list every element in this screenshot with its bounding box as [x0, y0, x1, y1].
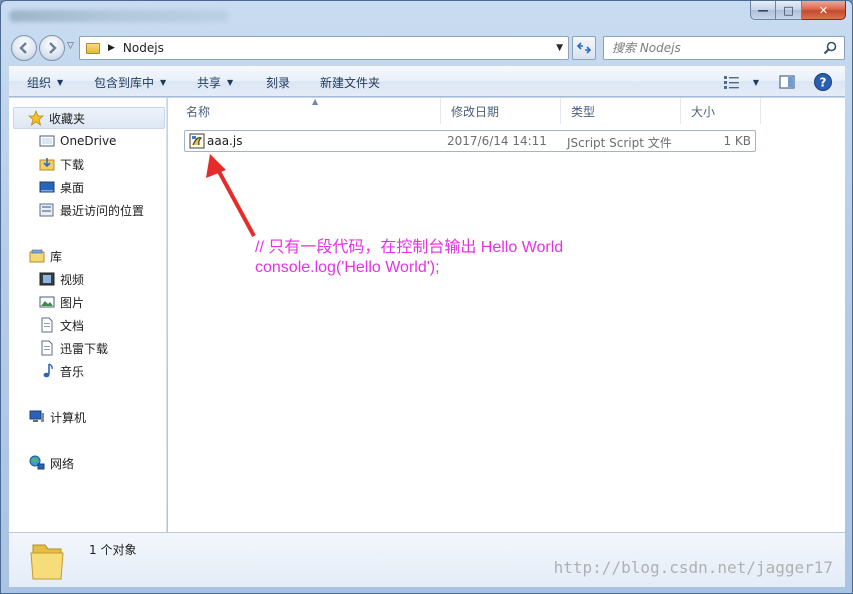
burn-button[interactable]: 刻录	[266, 73, 290, 91]
details-pane: 1 个对象 http://blog.csdn.net/jagger17	[9, 532, 845, 587]
caret-down-icon: ▼	[227, 77, 234, 87]
organize-label: 组织	[27, 75, 52, 90]
computer-label: 计算机	[50, 410, 87, 425]
file-list: 名称 ▲ 修改日期 类型 大小 aaa.js 2017/6/14 14:11 J…	[168, 97, 845, 532]
onedrive-label: OneDrive	[60, 134, 117, 148]
new-folder-button[interactable]: 新建文件夹	[320, 73, 380, 91]
change-view-button[interactable]: ▼	[723, 74, 759, 90]
network-label: 网络	[50, 456, 75, 471]
back-button[interactable]	[11, 35, 37, 61]
forward-button[interactable]	[39, 35, 65, 61]
document-icon	[41, 317, 53, 333]
navigation-pane: 收藏夹 OneDrive 下载 桌面 最近访问的位置 库 视频 图片 文档 迅雷…	[9, 98, 167, 532]
breadcrumb-nodejs[interactable]: Nodejs	[123, 41, 164, 55]
libraries-label: 库	[50, 249, 63, 264]
svg-text:?: ?	[820, 76, 827, 90]
downloads-label: 下载	[60, 157, 85, 172]
refresh-icon	[576, 42, 592, 54]
file-size: 1 KB	[723, 134, 751, 148]
size-header-label: 大小	[691, 104, 716, 119]
organize-menu-button[interactable]: 组织 ▼	[27, 73, 63, 91]
pictures-label: 图片	[60, 295, 85, 310]
navigation-bar: ▽ ▶ Nodejs ▼	[1, 32, 852, 62]
file-type: JScript Script 文件	[567, 136, 672, 150]
item-count: 1 个对象	[89, 543, 137, 557]
search-box[interactable]	[603, 36, 845, 60]
recent-pages-dropdown[interactable]: ▽	[67, 41, 74, 51]
picture-icon	[39, 296, 55, 308]
star-icon	[28, 110, 44, 126]
include-in-library-button[interactable]: 包含到库中 ▼	[94, 73, 166, 91]
sidebar-item-favorites[interactable]: 收藏夹	[13, 107, 165, 129]
column-header-modified[interactable]: 修改日期	[441, 98, 561, 124]
desktop-label: 桌面	[60, 180, 85, 195]
jscript-file-icon	[189, 133, 205, 149]
search-icon[interactable]	[822, 40, 838, 56]
minimize-button[interactable]: —	[750, 1, 776, 20]
address-dropdown-icon[interactable]: ▼	[556, 43, 563, 53]
help-icon[interactable]: ?	[813, 72, 833, 92]
modified-header-label: 修改日期	[451, 104, 500, 119]
file-name: aaa.js	[207, 134, 243, 148]
annotation-line-1: // 只有一段代码，在控制台输出 Hello World	[255, 239, 564, 256]
title-bar[interactable]: — □ ✕	[1, 1, 852, 31]
caret-down-icon: ▼	[160, 77, 167, 87]
new-folder-label: 新建文件夹	[320, 75, 381, 90]
large-folder-icon	[30, 544, 64, 580]
folder-icon	[86, 42, 100, 54]
caret-down-icon: ▼	[57, 77, 64, 87]
include-label: 包含到库中	[94, 75, 155, 90]
search-input[interactable]	[612, 41, 812, 55]
table-row[interactable]: aaa.js 2017/6/14 14:11 JScript Script 文件…	[184, 130, 756, 152]
sort-ascending-icon: ▲	[312, 97, 319, 106]
window-title	[9, 10, 229, 22]
breadcrumb-chevron-icon[interactable]: ▶	[108, 43, 115, 53]
explorer-window: — □ ✕ ▽ ▶ Nodejs ▼ 搜索 Nodejs 组织 ▼ 包含到库中 …	[0, 0, 853, 594]
arrow-left-icon	[19, 42, 27, 54]
favorites-label: 收藏夹	[49, 111, 86, 126]
arrow-right-icon	[49, 42, 57, 54]
maximize-button[interactable]: □	[776, 1, 802, 20]
sidebar-item-libraries[interactable]: 库	[29, 245, 185, 267]
view-list-icon	[723, 76, 739, 89]
network-icon	[29, 455, 45, 470]
documents-label: 文档	[60, 318, 85, 333]
music-note-icon	[43, 363, 53, 378]
caption-buttons: — □ ✕	[750, 1, 846, 21]
share-label: 共享	[197, 75, 222, 90]
desktop-icon	[39, 181, 55, 193]
recent-places-icon	[39, 203, 54, 217]
library-icon	[29, 249, 45, 263]
music-label: 音乐	[60, 364, 85, 379]
annotation-line-2: console.log('Hello World');	[255, 259, 440, 276]
sidebar-item-computer[interactable]: 计算机	[29, 406, 185, 428]
thunder-downloads-label: 迅雷下载	[60, 341, 109, 356]
computer-icon	[29, 410, 44, 422]
video-icon	[39, 272, 55, 286]
annotation-text: // 只有一段代码，在控制台输出 Hello World console.log…	[255, 238, 563, 278]
type-header-label: 类型	[571, 104, 596, 119]
caret-down-icon: ▼	[752, 77, 759, 87]
refresh-button[interactable]	[572, 36, 596, 60]
onedrive-icon	[39, 135, 55, 147]
command-bar: 组织 ▼ 包含到库中 ▼ 共享 ▼ 刻录 新建文件夹 ▼ ?	[9, 65, 845, 97]
name-header-label: 名称	[186, 104, 211, 119]
preview-pane-icon[interactable]	[779, 74, 795, 90]
document-icon	[41, 340, 53, 356]
file-modified: 2017/6/14 14:11	[447, 134, 547, 148]
download-folder-icon	[39, 158, 55, 171]
recent-places-label: 最近访问的位置	[60, 203, 145, 218]
annotation-arrow	[206, 154, 256, 237]
column-header-size[interactable]: 大小	[681, 98, 761, 124]
column-header-name[interactable]: 名称 ▲	[176, 97, 441, 124]
videos-label: 视频	[60, 272, 85, 287]
burn-label: 刻录	[266, 75, 291, 90]
watermark-text: http://blog.csdn.net/jagger17	[553, 558, 833, 577]
column-header-type[interactable]: 类型	[561, 98, 681, 124]
address-bar[interactable]: ▶ Nodejs ▼	[79, 36, 569, 60]
sidebar-item-network[interactable]: 网络	[29, 452, 185, 474]
close-button[interactable]: ✕	[802, 1, 846, 20]
share-button[interactable]: 共享 ▼	[197, 73, 233, 91]
